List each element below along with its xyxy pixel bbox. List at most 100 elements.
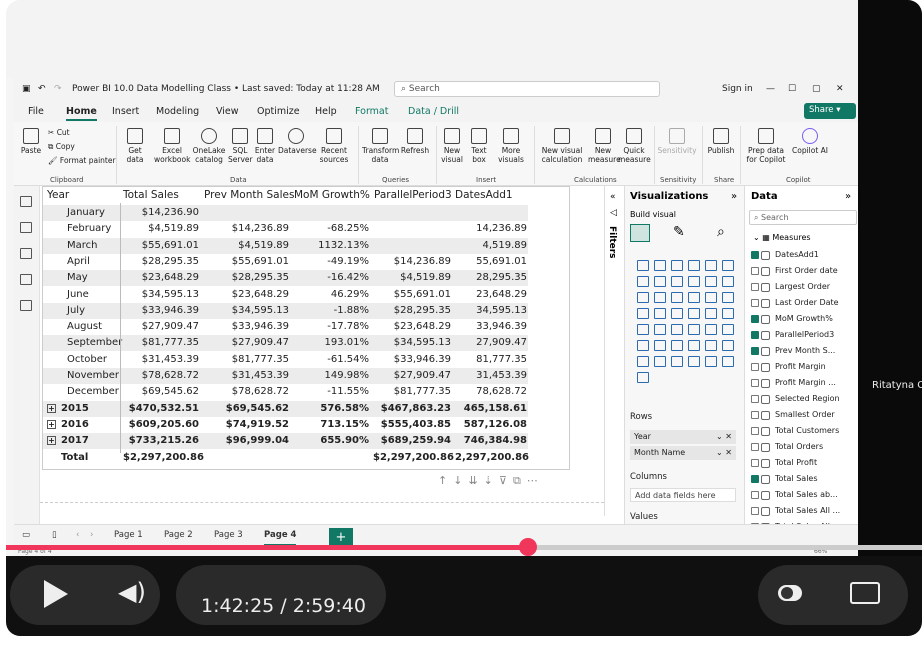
field-checkbox[interactable] bbox=[751, 283, 759, 291]
restore-icon[interactable]: ▢ bbox=[812, 84, 821, 94]
visual-type-icon[interactable] bbox=[654, 308, 666, 319]
menu-data-drill[interactable]: Data / Drill bbox=[408, 106, 459, 117]
field-checkbox[interactable] bbox=[751, 267, 759, 275]
publish-button[interactable]: Publish bbox=[706, 128, 736, 155]
field-checkbox[interactable] bbox=[751, 299, 759, 307]
field-checkbox[interactable] bbox=[751, 347, 759, 355]
analytics-icon[interactable]: ⌕ bbox=[717, 224, 725, 240]
field-checkbox[interactable] bbox=[751, 315, 759, 323]
expand-icon[interactable]: + bbox=[47, 419, 56, 429]
new-visual-calculation-button[interactable]: New visual calculation bbox=[538, 128, 586, 164]
visual-type-icon[interactable] bbox=[705, 324, 717, 335]
visual-type-icon[interactable] bbox=[637, 372, 649, 383]
matrix-visual[interactable]: Year Total Sales Prev Month Sales MoM Gr… bbox=[42, 186, 570, 470]
visual-type-icon[interactable] bbox=[654, 324, 666, 335]
visual-type-icon[interactable] bbox=[671, 356, 683, 367]
visual-type-icon[interactable] bbox=[637, 324, 649, 335]
cut-button[interactable]: ✂ Cut bbox=[48, 128, 70, 137]
header-year[interactable]: Year bbox=[47, 189, 69, 201]
field-checkbox[interactable] bbox=[751, 251, 759, 259]
visual-type-icon[interactable] bbox=[722, 292, 734, 303]
visual-type-icon[interactable] bbox=[722, 260, 734, 271]
visual-type-icon[interactable] bbox=[722, 340, 734, 351]
visual-type-icon[interactable] bbox=[688, 324, 700, 335]
new-visual-button[interactable]: New visual bbox=[440, 128, 464, 164]
next-page-icon[interactable]: › bbox=[90, 530, 93, 540]
visual-type-icon[interactable] bbox=[637, 356, 649, 367]
play-icon[interactable] bbox=[44, 580, 68, 608]
field-checkbox[interactable] bbox=[751, 411, 759, 419]
menu-insert[interactable]: Insert bbox=[112, 106, 139, 117]
sql-server-button[interactable]: SQL Server bbox=[228, 128, 253, 164]
new-measure-button[interactable]: New measure bbox=[588, 128, 621, 164]
prev-page-icon[interactable]: ‹ bbox=[76, 530, 79, 540]
menu-help[interactable]: Help bbox=[315, 106, 337, 117]
month-row[interactable]: June $34,595.13 $23,648.29 46.29% $55,691.01… bbox=[43, 287, 528, 303]
mobile-view-icon[interactable]: ▯ bbox=[52, 530, 57, 540]
visual-type-icon[interactable] bbox=[637, 276, 649, 287]
visual-type-icon[interactable] bbox=[637, 292, 649, 303]
year-row[interactable]: +2016 $609,205.60 $74,919.52 713.15% $555,40… bbox=[43, 417, 528, 433]
visual-type-icon[interactable] bbox=[705, 292, 717, 303]
focus-mode-icon[interactable]: ⧉ bbox=[513, 474, 527, 487]
month-row[interactable]: May $23,648.29 $28,295.35 -16.42% $4,519.89 2… bbox=[43, 270, 528, 287]
recent-sources-button[interactable]: Recent sources bbox=[316, 128, 352, 164]
table-view-icon[interactable] bbox=[20, 222, 32, 233]
menu-optimize[interactable]: Optimize bbox=[257, 106, 300, 117]
onelake-catalog-button[interactable]: OneLake catalog bbox=[190, 128, 228, 164]
month-row[interactable]: January $14,236.90 bbox=[43, 205, 528, 221]
field-checkbox[interactable] bbox=[751, 459, 759, 467]
desktop-view-icon[interactable]: ▭ bbox=[22, 530, 30, 540]
field-checkbox[interactable] bbox=[751, 379, 759, 387]
enter-data-button[interactable]: Enter data bbox=[254, 128, 276, 164]
visual-type-icon[interactable] bbox=[722, 324, 734, 335]
tab-page-1[interactable]: Page 1 bbox=[114, 530, 143, 540]
text-box-button[interactable]: Text box bbox=[468, 128, 490, 164]
filter-icon[interactable]: ⊽ bbox=[499, 474, 513, 487]
redo-icon[interactable]: ↷ bbox=[54, 84, 62, 94]
search-box[interactable]: ⌕ Search bbox=[394, 81, 660, 97]
refresh-button[interactable]: Refresh bbox=[400, 128, 430, 155]
visual-type-icon[interactable] bbox=[688, 260, 700, 271]
total-row[interactable]: Total $2,297,200.86 $2,297,200.86 2,297,200… bbox=[43, 450, 529, 466]
filters-pane-collapsed[interactable]: « ◁ Filters bbox=[604, 186, 624, 516]
expand-all-icon[interactable]: ⇊ bbox=[468, 474, 483, 487]
visual-type-icon[interactable] bbox=[671, 308, 683, 319]
more-visuals-button[interactable]: More visuals bbox=[494, 128, 528, 164]
visual-type-icon[interactable] bbox=[688, 340, 700, 351]
visual-type-icon[interactable] bbox=[688, 356, 700, 367]
format-painter-button[interactable]: 🖌 Format painter bbox=[48, 156, 116, 165]
visual-type-icon[interactable] bbox=[671, 324, 683, 335]
subtitles-icon[interactable] bbox=[850, 582, 880, 604]
menu-home[interactable]: Home bbox=[66, 106, 97, 121]
month-row[interactable]: February $4,519.89 $14,236.89 -68.25% 14,236… bbox=[43, 221, 528, 237]
field-checkbox[interactable] bbox=[751, 363, 759, 371]
menu-format[interactable]: Format bbox=[355, 106, 388, 117]
tmdl-view-icon[interactable] bbox=[20, 300, 32, 311]
autoplay-toggle[interactable] bbox=[778, 585, 802, 601]
field-checkbox[interactable] bbox=[751, 395, 759, 403]
transform-data-button[interactable]: Transform data bbox=[362, 128, 399, 164]
field-checkbox[interactable] bbox=[751, 475, 759, 483]
field-checkbox[interactable] bbox=[751, 427, 759, 435]
collapse-filters-icon[interactable]: « bbox=[610, 192, 616, 202]
visual-type-icon[interactable] bbox=[671, 292, 683, 303]
visual-type-icon[interactable] bbox=[722, 356, 734, 367]
data-search-input[interactable]: ⌕ Search bbox=[749, 210, 857, 225]
visual-type-icon[interactable] bbox=[637, 340, 649, 351]
volume-icon[interactable]: ◀) bbox=[118, 578, 146, 606]
video-progress-bar[interactable] bbox=[6, 545, 922, 550]
visual-type-icon[interactable] bbox=[722, 276, 734, 287]
month-row[interactable]: August $27,909.47 $33,946.39 -17.78% $23,648… bbox=[43, 319, 528, 335]
paste-button[interactable]: Paste bbox=[20, 128, 42, 155]
copilot-button[interactable]: Copilot AI bbox=[792, 128, 828, 155]
visual-type-icon[interactable] bbox=[688, 292, 700, 303]
undo-icon[interactable]: ↶ bbox=[38, 84, 46, 94]
header-prev-month-sales[interactable]: Prev Month Sales bbox=[204, 189, 294, 201]
menu-file[interactable]: File bbox=[28, 106, 44, 117]
remove-field-icon[interactable]: ⌄ ✕ bbox=[716, 448, 732, 457]
format-visual-icon[interactable]: ✎ bbox=[673, 224, 685, 240]
measures-table[interactable]: ⌄ ▦ Measures bbox=[753, 233, 811, 242]
tab-page-2[interactable]: Page 2 bbox=[164, 530, 193, 540]
excel-workbook-button[interactable]: Excel workbook bbox=[154, 128, 190, 164]
